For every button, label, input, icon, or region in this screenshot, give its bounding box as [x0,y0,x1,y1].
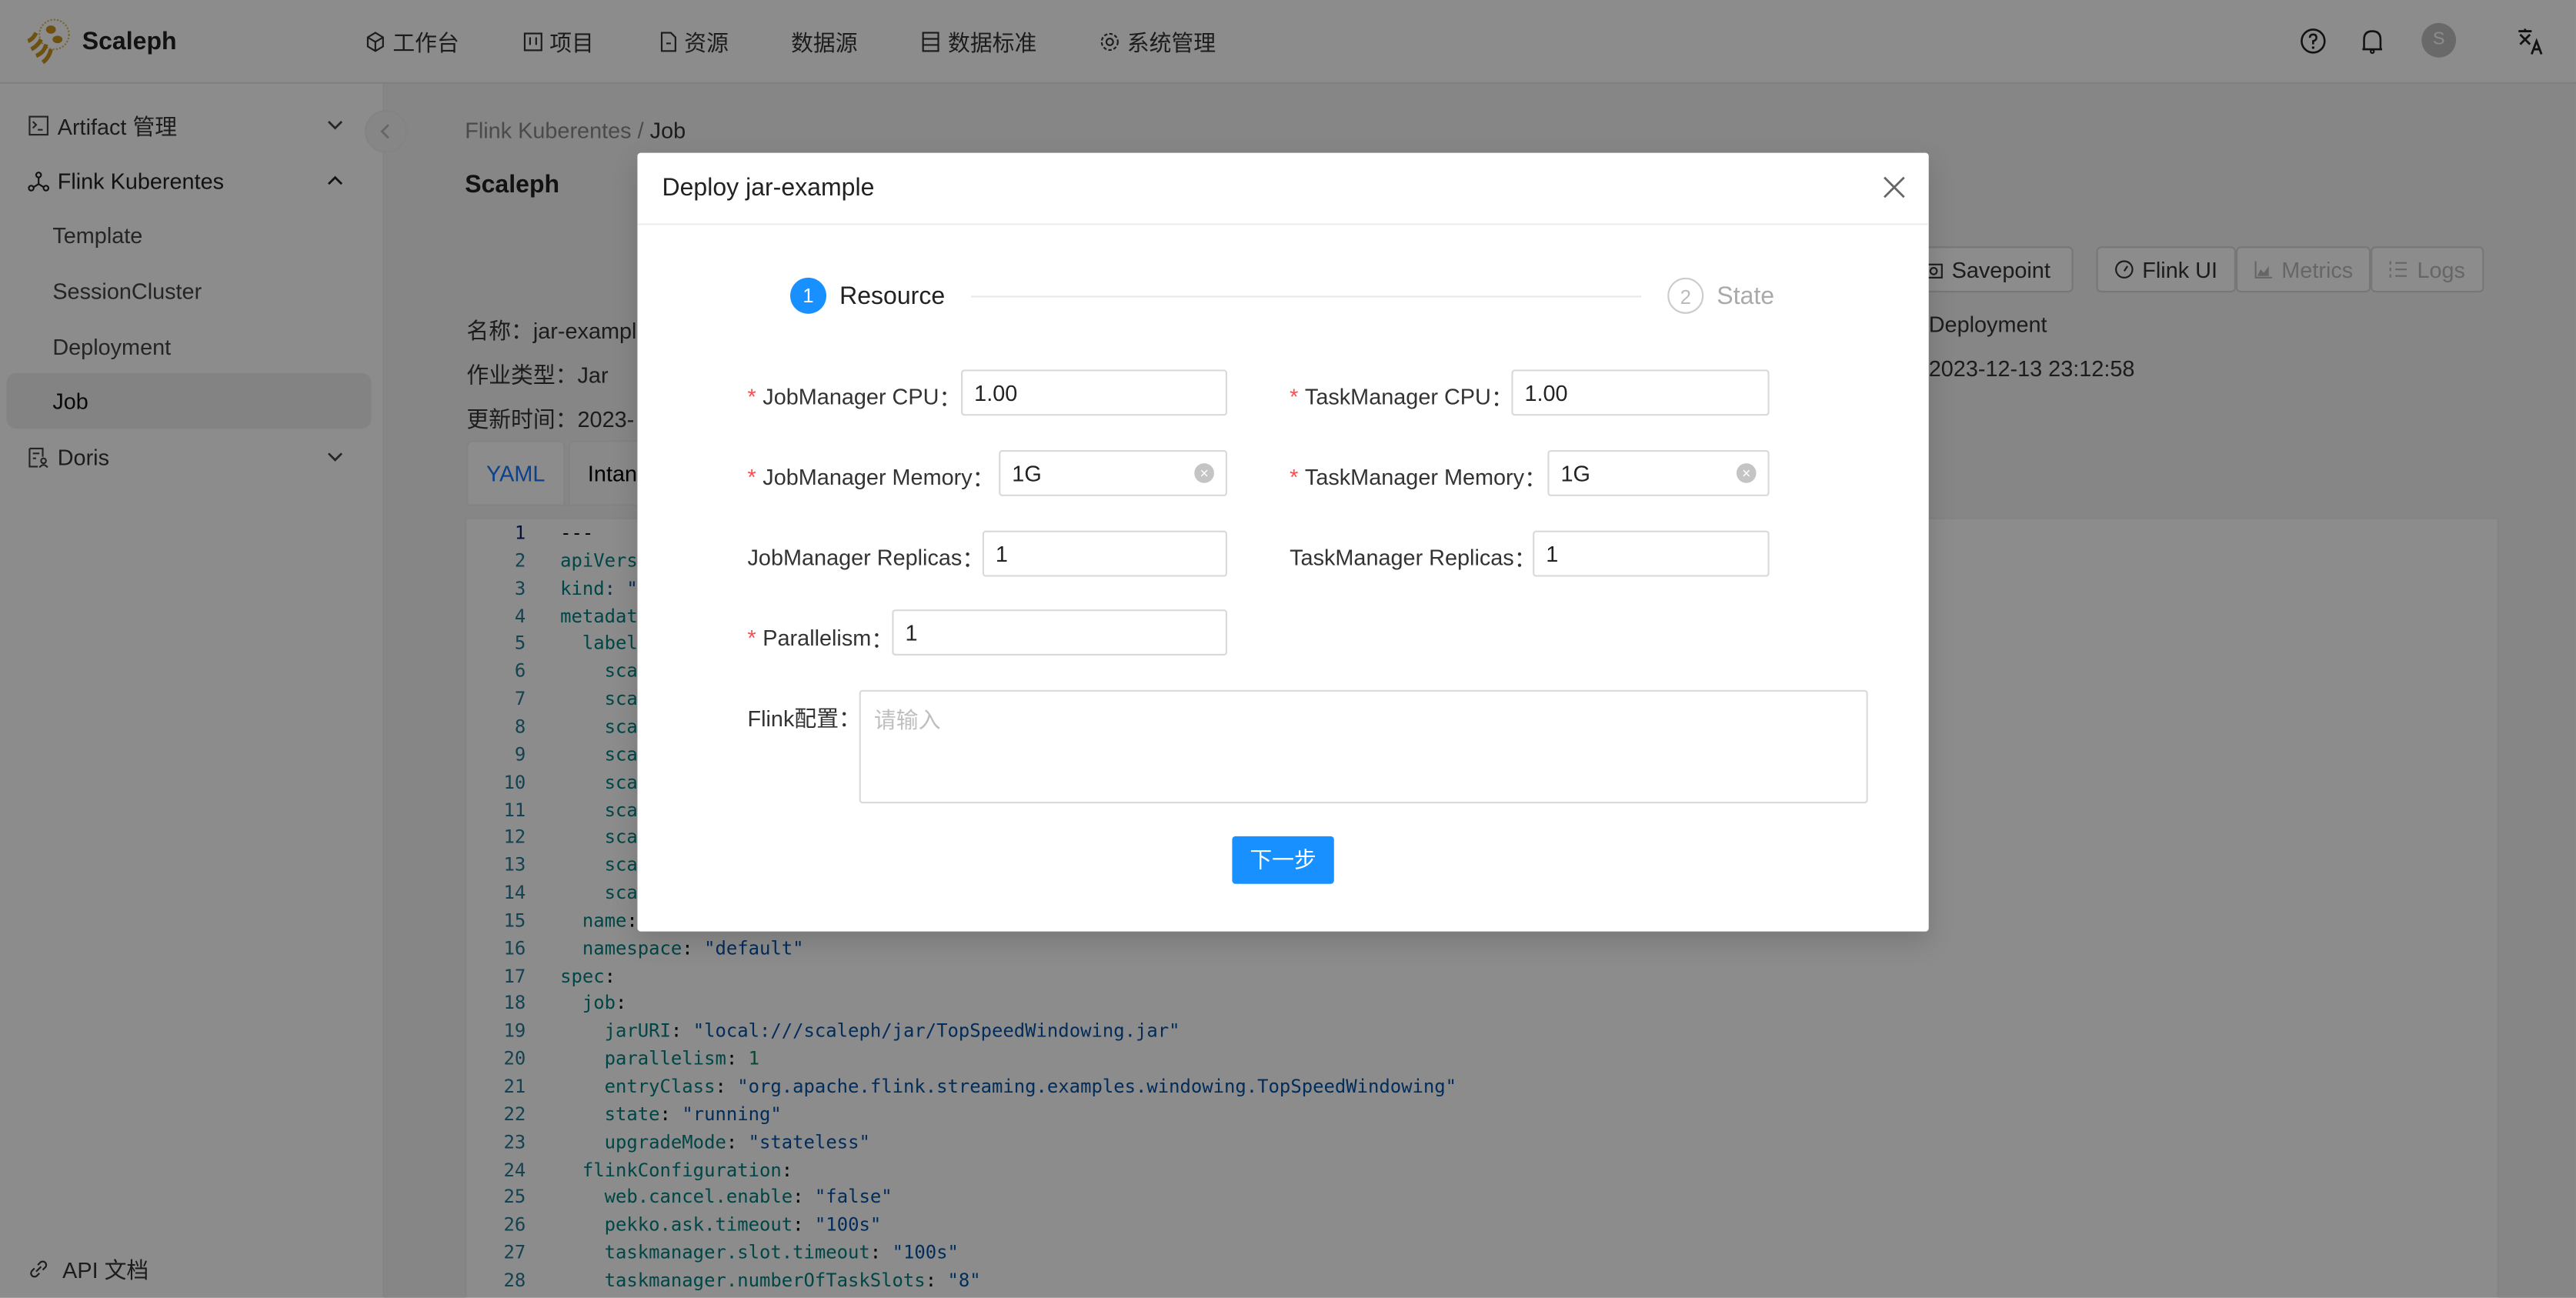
clear-icon[interactable]: × [1194,463,1214,483]
close-icon[interactable] [1883,175,1906,199]
step-state: 2 State [1667,277,1775,314]
step-number: 1 [790,277,827,314]
deploy-modal: Deploy jar-example 1 Resource 2 State * J… [637,152,1929,932]
step-number: 2 [1667,277,1704,314]
modal-header-divider [637,223,1929,225]
next-step-button[interactable]: 下一步 [1232,836,1334,884]
jm-cpu-label: * JobManager CPU： [747,383,962,411]
jm-memory-label: * JobManager Memory： [747,464,995,492]
jm-replicas-input[interactable]: 1 [982,530,1227,577]
jm-replicas-label: JobManager Replicas： [747,544,985,572]
jm-memory-input[interactable]: 1G × [999,450,1227,496]
tm-memory-label: * TaskManager Memory： [1290,464,1547,492]
flink-config-textarea[interactable]: 请输入 [859,689,1868,804]
tm-cpu-label: * TaskManager CPU： [1290,383,1513,411]
flink-config-label: Flink配置： [747,706,861,732]
step-resource: 1 Resource [790,277,946,314]
jm-cpu-input[interactable]: 1.00 [961,369,1227,416]
step-label: State [1717,282,1775,310]
step-connector [970,295,1642,298]
parallelism-label: * Parallelism： [747,625,894,652]
parallelism-input[interactable]: 1 [892,609,1227,656]
tm-memory-input[interactable]: 1G × [1547,450,1770,496]
modal-title: Deploy jar-example [662,174,875,202]
clear-icon[interactable]: × [1736,463,1757,483]
tm-replicas-input[interactable]: 1 [1533,530,1770,577]
tm-replicas-label: TaskManager Replicas： [1290,544,1537,572]
step-label: Resource [839,282,946,310]
tm-cpu-input[interactable]: 1.00 [1511,369,1770,416]
